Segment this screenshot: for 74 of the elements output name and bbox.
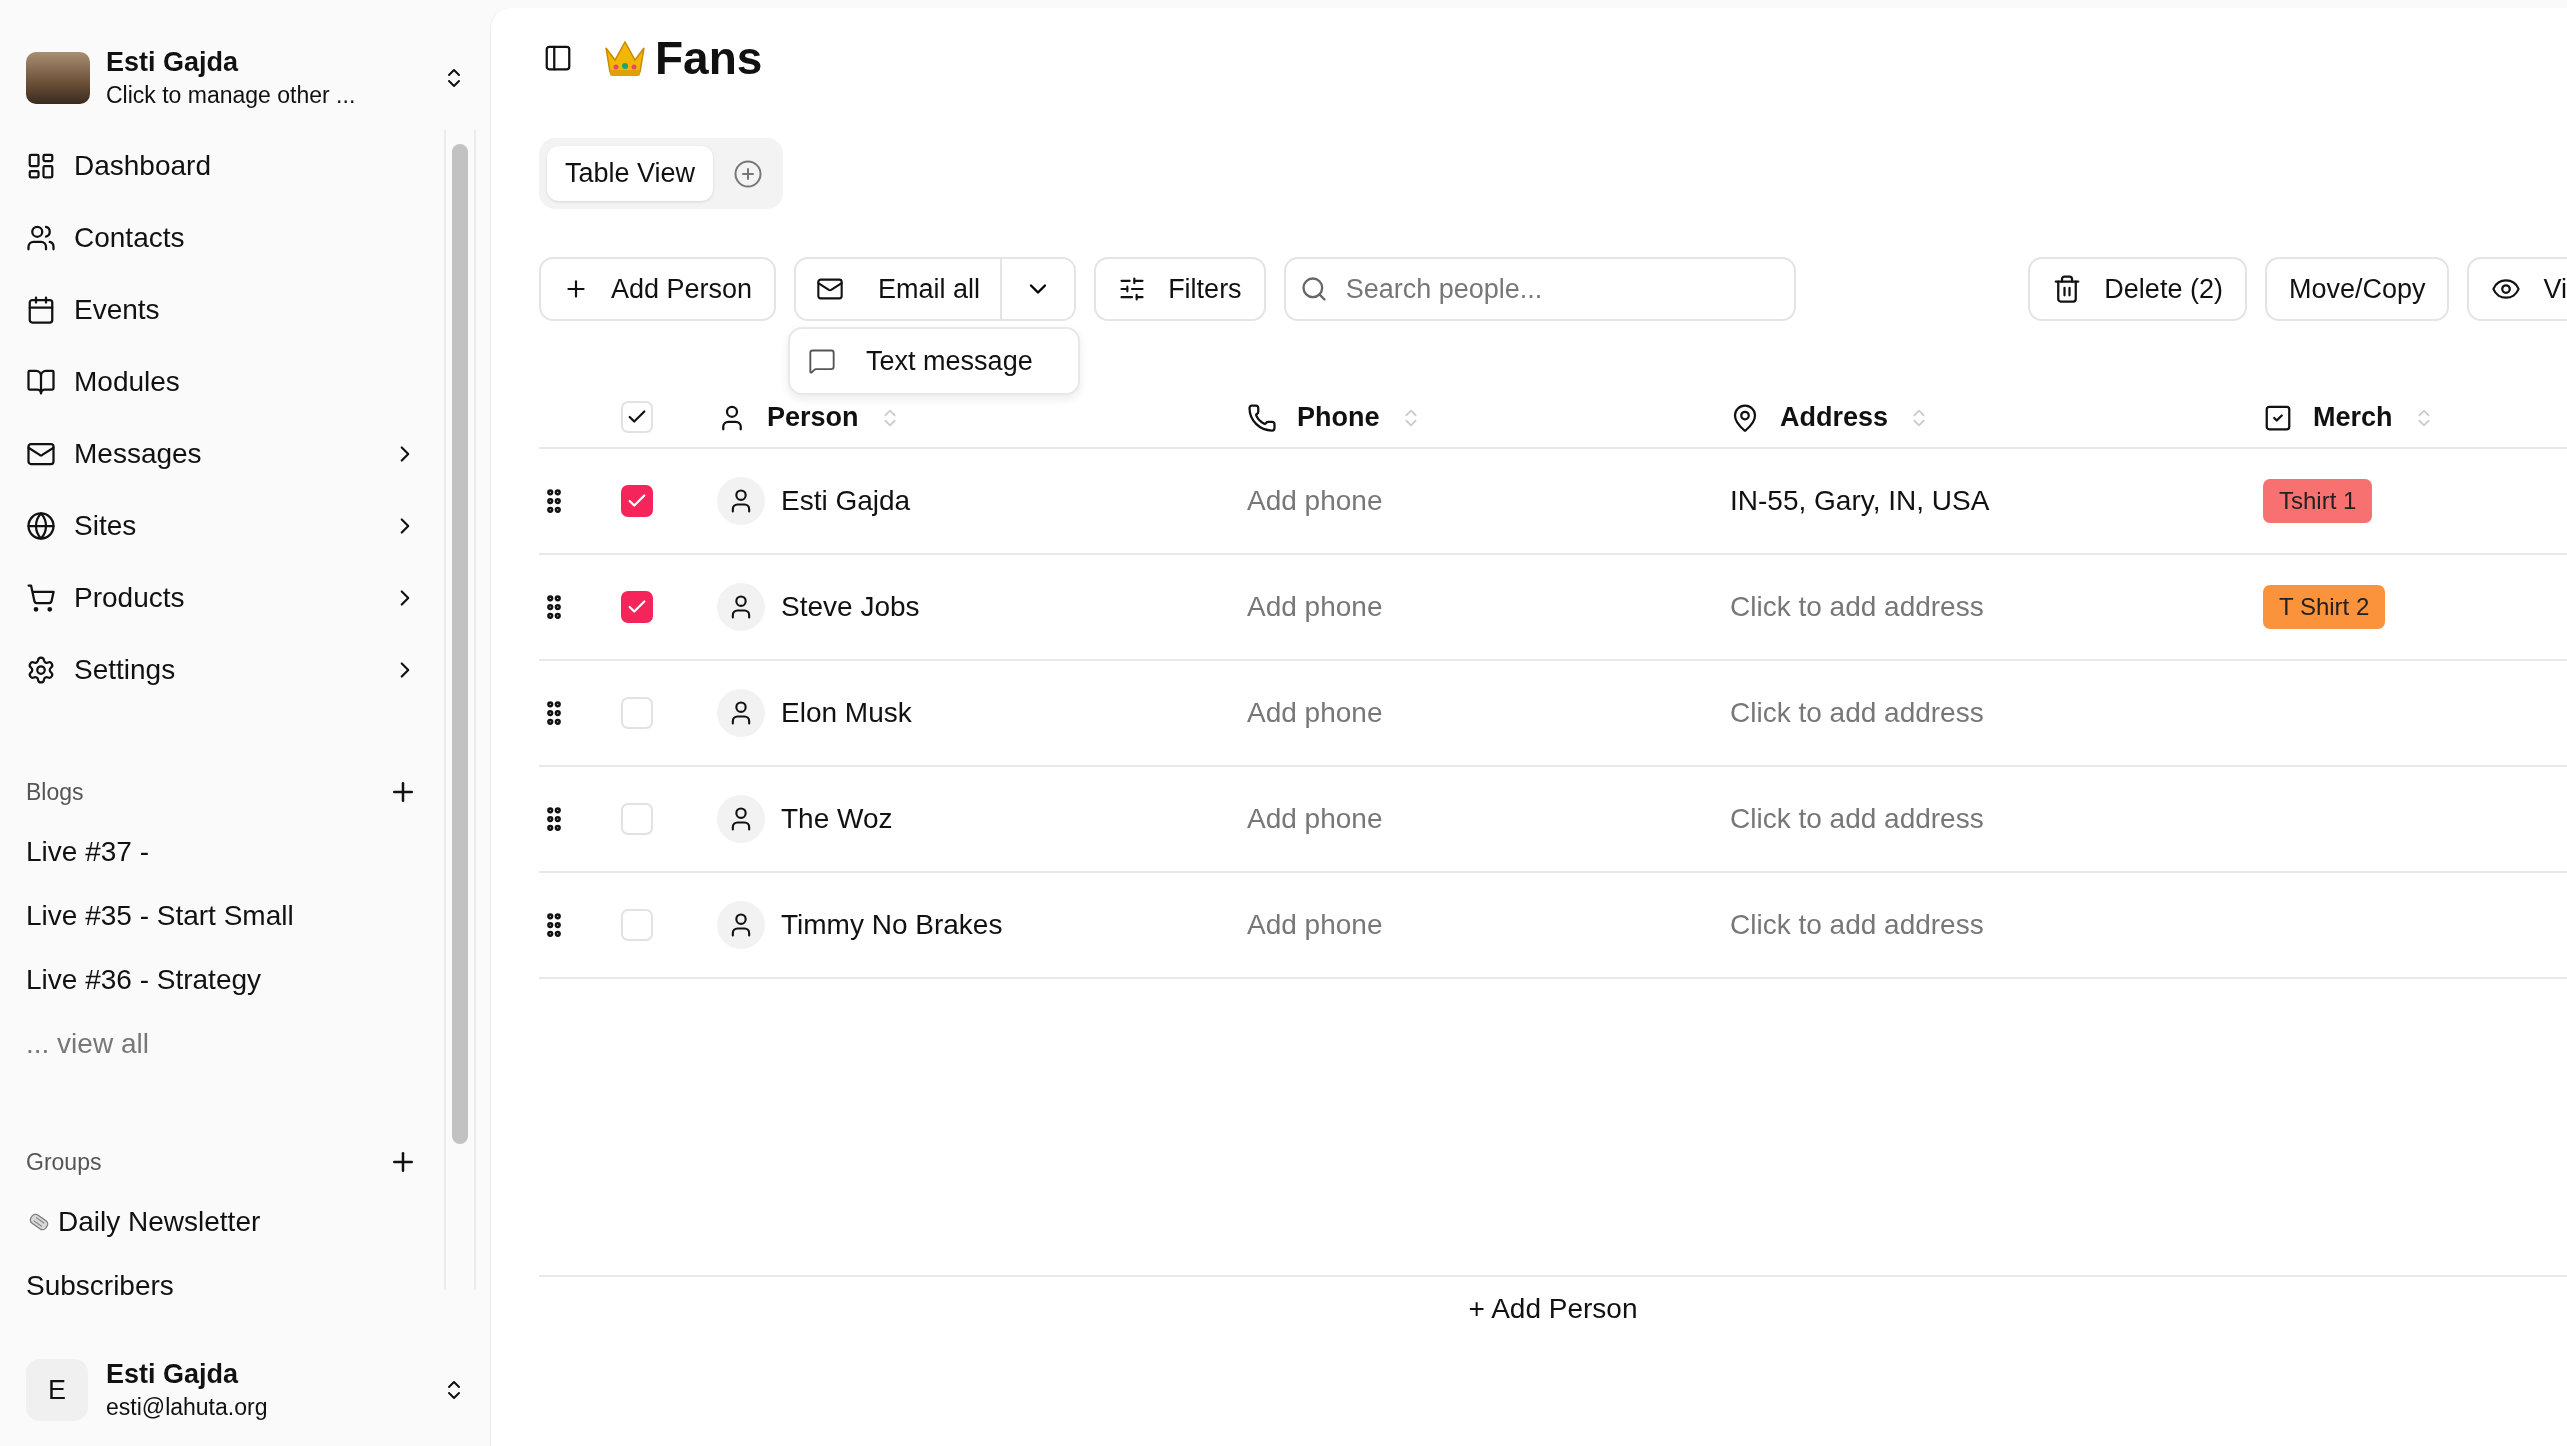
row-checkbox[interactable]: [621, 485, 653, 517]
delete-button[interactable]: Delete (2): [2028, 257, 2247, 321]
address-cell[interactable]: Click to add address: [1730, 697, 1984, 729]
address-cell[interactable]: Click to add address: [1730, 909, 1984, 941]
column-header[interactable]: Merch: [2313, 402, 2393, 433]
column-header[interactable]: Phone: [1297, 402, 1380, 433]
group-item[interactable]: Daily Newsletter: [58, 1190, 261, 1254]
add-person-button[interactable]: Add Person: [539, 257, 777, 321]
nav-item[interactable]: Settings: [26, 634, 444, 706]
merch-tag[interactable]: T Shirt 2: [2263, 585, 2386, 629]
person-avatar: [717, 583, 765, 631]
merch-tag[interactable]: Tshirt 1: [2263, 479, 2373, 523]
person-name[interactable]: Esti Gajda: [781, 485, 911, 517]
person-name[interactable]: The Woz: [781, 803, 893, 835]
address-cell[interactable]: Click to add address: [1730, 591, 1984, 623]
user-email: esti@lahuta.org: [106, 1394, 269, 1421]
person-avatar: [717, 901, 765, 949]
filters-button[interactable]: Filters: [1094, 257, 1266, 321]
phone-cell[interactable]: Add phone: [1247, 909, 1383, 941]
nav-item[interactable]: Dashboard: [26, 130, 444, 202]
nav-item[interactable]: Modules: [26, 346, 444, 418]
speech-bubble-icon: [808, 347, 837, 375]
blog-item[interactable]: Live #37 -: [26, 820, 444, 884]
person-name[interactable]: Steve Jobs: [781, 591, 920, 623]
phone-cell[interactable]: Add phone: [1247, 591, 1383, 623]
globe-icon: [26, 511, 56, 541]
nav-item[interactable]: Contacts: [26, 202, 444, 274]
phone-icon: [1247, 402, 1277, 433]
sidebar-toggle-icon[interactable]: [543, 43, 573, 73]
photo-placeholder: [26, 52, 90, 104]
person-avatar: [717, 795, 765, 843]
select-all-checkbox[interactable]: [621, 401, 653, 433]
move-copy-button[interactable]: Move/Copy: [2264, 257, 2450, 321]
phone-cell[interactable]: Add phone: [1247, 697, 1383, 729]
nav-item[interactable]: Sites: [26, 490, 444, 562]
person-name[interactable]: Elon Musk: [781, 697, 912, 729]
nav-item[interactable]: Products: [26, 562, 444, 634]
cart-icon: [26, 583, 56, 613]
user-name: Esti Gajda: [106, 1359, 240, 1390]
crown-icon: [603, 38, 647, 78]
add-view-icon[interactable]: [733, 158, 764, 189]
section-title: Groups: [26, 1148, 102, 1176]
view-button[interactable]: Vi: [2467, 257, 2567, 321]
settings-icon: [26, 655, 56, 685]
person-name[interactable]: Timmy No Brakes: [781, 909, 1003, 941]
nav-item[interactable]: Events: [26, 274, 444, 346]
row-checkbox[interactable]: [621, 591, 653, 623]
blog-item[interactable]: Live #35 - Start Small: [26, 884, 444, 948]
group-item[interactable]: Subscribers: [26, 1254, 444, 1318]
blog-item[interactable]: Live #36 - Strategy: [26, 948, 444, 1012]
person-avatar: [717, 477, 765, 525]
dashboard-icon: [26, 151, 56, 181]
menu-item[interactable]: Text message: [794, 333, 1075, 389]
search-field[interactable]: Search people...: [1283, 257, 1796, 321]
section-title: Blogs: [26, 778, 84, 806]
search-icon: [1299, 275, 1328, 303]
address-cell[interactable]: IN-55, Gary, IN, USA: [1730, 485, 1990, 517]
view-all-link[interactable]: ... view all: [26, 1012, 444, 1076]
phone-cell[interactable]: Add phone: [1247, 485, 1383, 517]
view-tab[interactable]: Table View: [547, 146, 714, 201]
book-icon: [26, 367, 56, 397]
calendar-icon: [26, 295, 56, 325]
person-avatar: [717, 689, 765, 737]
user-avatar: E: [26, 1359, 88, 1421]
column-header[interactable]: Address: [1780, 402, 1889, 433]
phone-cell[interactable]: Add phone: [1247, 803, 1383, 835]
page-title: Fans: [655, 31, 763, 85]
account-subtitle: Click to manage other ...: [106, 82, 357, 109]
nav-item[interactable]: Messages: [26, 418, 444, 490]
account-name: Esti Gajda: [106, 47, 240, 78]
address-cell[interactable]: Click to add address: [1730, 803, 1984, 835]
column-header[interactable]: Person: [767, 402, 859, 433]
users-icon: [26, 223, 56, 253]
email-all-button[interactable]: Email all: [796, 259, 1003, 319]
